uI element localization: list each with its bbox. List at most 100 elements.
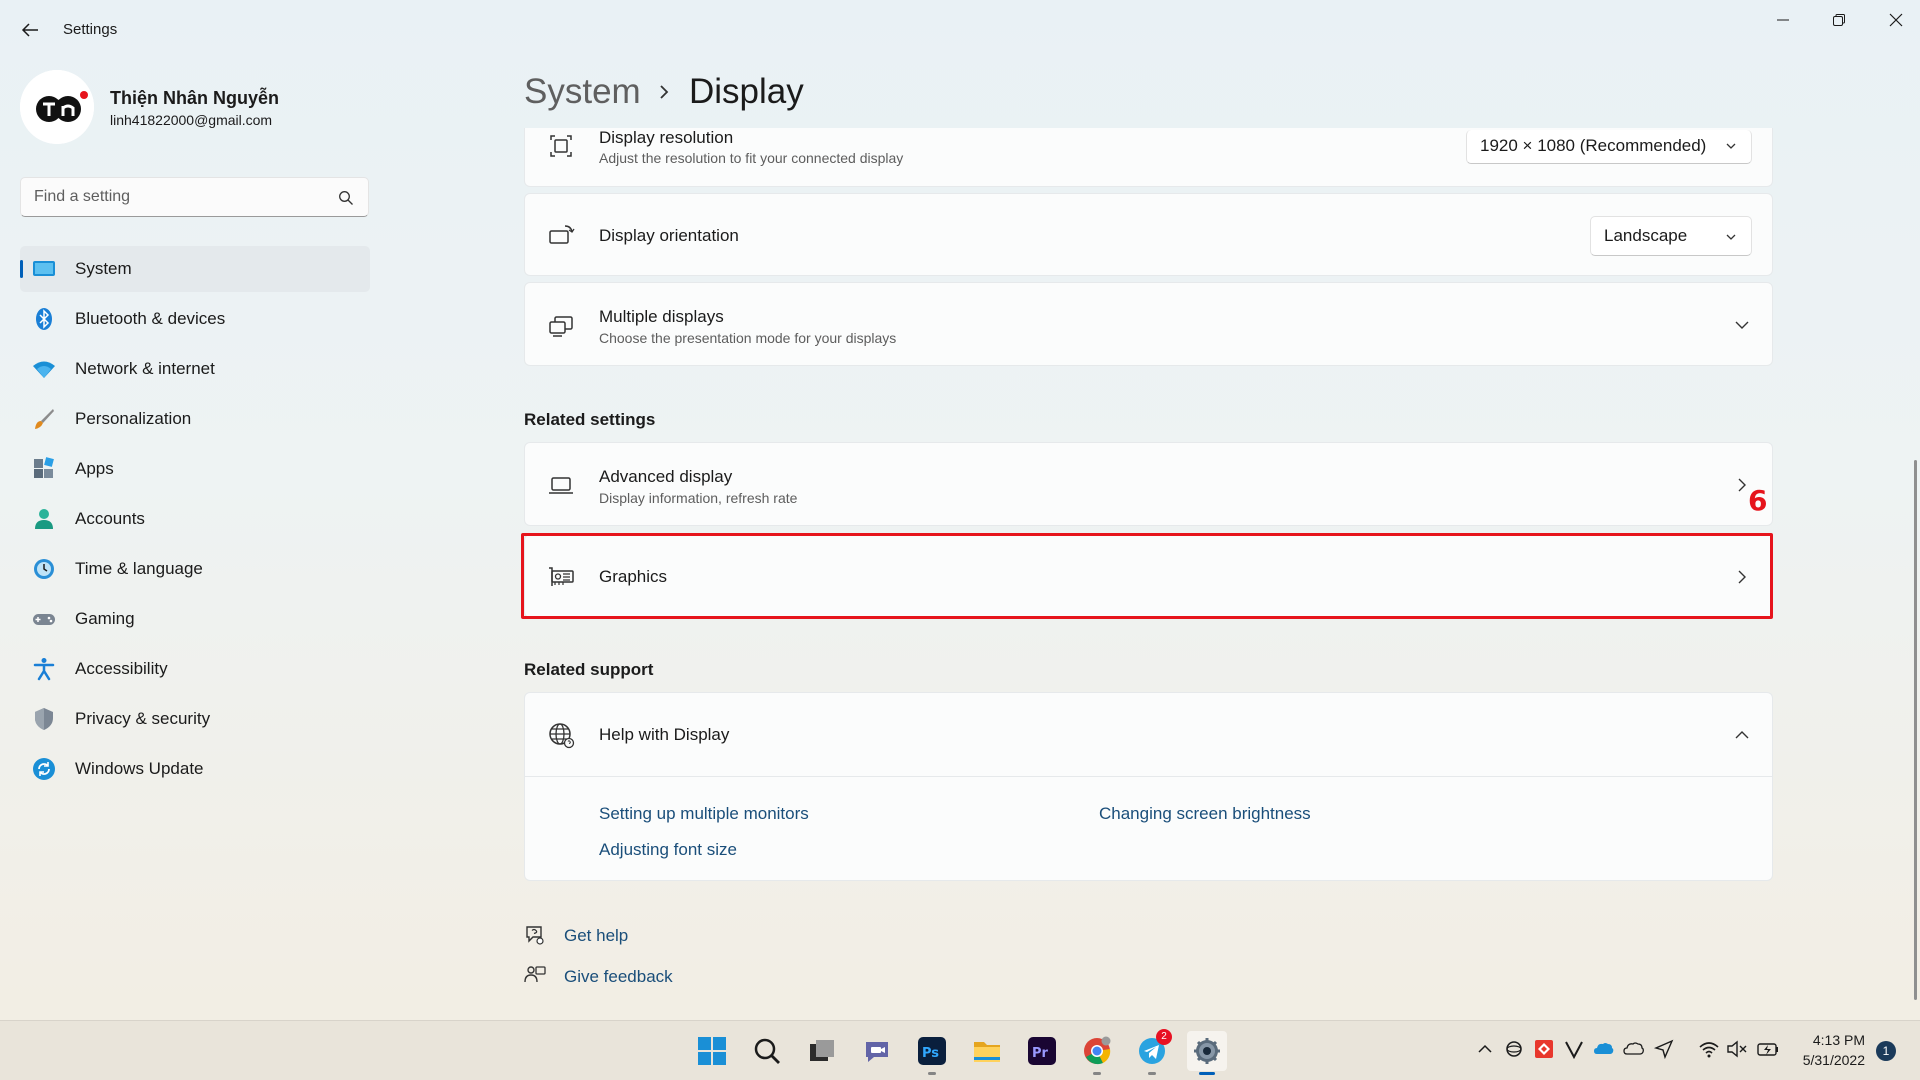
task-view-icon xyxy=(810,1040,834,1061)
restore-button[interactable] xyxy=(1820,8,1860,32)
notification-badge[interactable]: 1 xyxy=(1876,1041,1896,1061)
clock-date[interactable]: 5/31/2022 xyxy=(1795,1052,1865,1068)
settings-icon xyxy=(1194,1038,1220,1064)
display-resolution-subtitle: Adjust the resolution to fit your connec… xyxy=(599,150,904,166)
sidebar-item-personalization[interactable]: Personalization xyxy=(20,396,370,442)
teams-chat-icon xyxy=(866,1042,888,1062)
sidebar-item-label: Accounts xyxy=(75,509,145,528)
give-feedback-link[interactable]: Give feedback xyxy=(564,967,673,987)
apps-icon xyxy=(34,457,54,478)
brush-icon xyxy=(35,409,54,429)
search-input[interactable] xyxy=(34,178,334,216)
taskbar-chrome[interactable] xyxy=(1077,1031,1117,1075)
system-icon xyxy=(33,261,55,276)
volume-muted-icon[interactable] xyxy=(1726,1038,1748,1060)
display-orientation-title: Display orientation xyxy=(599,226,739,245)
title-bar: Settings xyxy=(0,0,1920,60)
minimize-icon xyxy=(1777,19,1789,21)
battery-charging-icon[interactable] xyxy=(1757,1038,1779,1060)
active-indicator xyxy=(20,260,23,278)
sidebar-item-label: Accessibility xyxy=(75,659,168,678)
minimize-button[interactable] xyxy=(1764,8,1804,32)
app-title: Settings xyxy=(63,21,118,38)
network-tray-icon[interactable] xyxy=(1503,1038,1525,1060)
taskbar-premiere[interactable]: Pr xyxy=(1022,1031,1062,1071)
get-help-icon xyxy=(526,926,544,945)
help-with-display-header[interactable]: Help with Display xyxy=(525,693,1772,777)
anydesk-icon[interactable] xyxy=(1533,1038,1555,1060)
step-number-annotation: 6 xyxy=(1748,484,1768,517)
chevron-up-icon[interactable] xyxy=(1734,729,1750,741)
running-indicator xyxy=(928,1072,936,1075)
multiple-displays-card[interactable]: Multiple displays Choose the presentatio… xyxy=(524,282,1773,366)
taskbar-chat-button[interactable] xyxy=(857,1031,897,1071)
file-explorer-icon xyxy=(974,1042,1000,1062)
search-box[interactable] xyxy=(20,177,369,217)
sidebar-item-accounts[interactable]: Accounts xyxy=(20,496,370,542)
advanced-display-card[interactable]: Advanced display Display information, re… xyxy=(524,442,1773,526)
close-button[interactable] xyxy=(1877,8,1917,32)
sidebar-item-network[interactable]: Network & internet xyxy=(20,346,370,392)
sidebar-item-label: Apps xyxy=(75,459,114,478)
back-button[interactable] xyxy=(18,18,42,42)
link-changing-screen-brightness[interactable]: Changing screen brightness xyxy=(1099,804,1311,824)
svg-text:Ps: Ps xyxy=(922,1046,939,1061)
premiere-icon: Pr xyxy=(1028,1037,1056,1065)
sidebar-item-label: Network & internet xyxy=(75,359,215,378)
multiple-displays-subtitle: Choose the presentation mode for your di… xyxy=(599,330,897,346)
chevron-down-icon xyxy=(1726,234,1736,240)
chevron-down-icon[interactable] xyxy=(1734,319,1750,331)
display-resolution-title: Display resolution xyxy=(599,128,734,147)
start-icon xyxy=(698,1037,726,1065)
sidebar-item-gaming[interactable]: Gaming xyxy=(20,596,370,642)
sidebar-item-label: Personalization xyxy=(75,409,192,428)
sidebar-item-label: System xyxy=(75,259,132,278)
sidebar-item-apps[interactable]: Apps xyxy=(20,446,370,492)
sidebar-item-label: Bluetooth & devices xyxy=(75,309,226,328)
link-adjusting-font-size[interactable]: Adjusting font size xyxy=(599,840,737,860)
svg-text:Pr: Pr xyxy=(1032,1046,1049,1061)
taskbar-telegram[interactable]: 2 xyxy=(1132,1029,1172,1075)
running-indicator xyxy=(1093,1072,1101,1075)
multiple-displays-title: Multiple displays xyxy=(599,307,724,326)
globe-help-icon xyxy=(549,723,575,749)
scrollbar-thumb[interactable] xyxy=(1914,460,1917,1000)
breadcrumb-parent[interactable]: System xyxy=(524,72,641,112)
sidebar-nav: System Bluetooth & devices Network & int… xyxy=(20,246,370,796)
chevron-up-icon[interactable] xyxy=(1474,1038,1496,1060)
sidebar-item-accessibility[interactable]: Accessibility xyxy=(20,646,370,692)
onedrive-personal-icon[interactable] xyxy=(1623,1038,1645,1060)
related-settings-heading: Related settings xyxy=(524,410,656,429)
accessibility-icon xyxy=(33,658,55,681)
highlight-annotation-box xyxy=(521,533,1773,619)
avatar[interactable] xyxy=(20,70,94,144)
orientation-value: Landscape xyxy=(1604,226,1688,245)
sidebar-item-bluetooth[interactable]: Bluetooth & devices xyxy=(20,296,370,342)
time-language-icon xyxy=(34,559,54,579)
onedrive-icon[interactable] xyxy=(1593,1038,1615,1060)
clock-time[interactable]: 4:13 PM xyxy=(1795,1032,1865,1048)
taskbar-file-explorer[interactable] xyxy=(967,1031,1007,1071)
chevron-down-icon xyxy=(1726,143,1736,149)
sidebar-item-windows-update[interactable]: Windows Update xyxy=(20,746,370,792)
help-with-display-card: Help with Display Setting up multiple mo… xyxy=(524,692,1773,881)
wifi-icon[interactable] xyxy=(1698,1038,1720,1060)
taskbar-start-button[interactable] xyxy=(692,1031,732,1071)
sidebar-item-system[interactable]: System xyxy=(20,246,370,292)
wifi-icon xyxy=(33,361,55,378)
sidebar-item-time-language[interactable]: Time & language xyxy=(20,546,370,592)
advanced-display-title: Advanced display xyxy=(599,467,733,486)
sidebar-item-privacy[interactable]: Privacy & security xyxy=(20,696,370,742)
link-setting-up-multiple-monitors[interactable]: Setting up multiple monitors xyxy=(599,804,809,824)
get-help-link[interactable]: Get help xyxy=(564,926,628,946)
taskbar-photoshop[interactable]: Ps xyxy=(912,1031,952,1075)
taskbar-task-view-button[interactable] xyxy=(802,1031,842,1071)
vivaldi-icon[interactable] xyxy=(1563,1038,1585,1060)
sidebar-item-label: Gaming xyxy=(75,609,135,628)
resolution-dropdown[interactable]: 1920 × 1080 (Recommended) xyxy=(1466,130,1752,164)
taskbar-settings[interactable] xyxy=(1187,1031,1227,1075)
taskbar-search-button[interactable] xyxy=(747,1031,787,1071)
orientation-dropdown[interactable]: Landscape xyxy=(1590,216,1752,256)
search-icon[interactable] xyxy=(338,190,354,206)
location-icon[interactable] xyxy=(1653,1038,1675,1060)
